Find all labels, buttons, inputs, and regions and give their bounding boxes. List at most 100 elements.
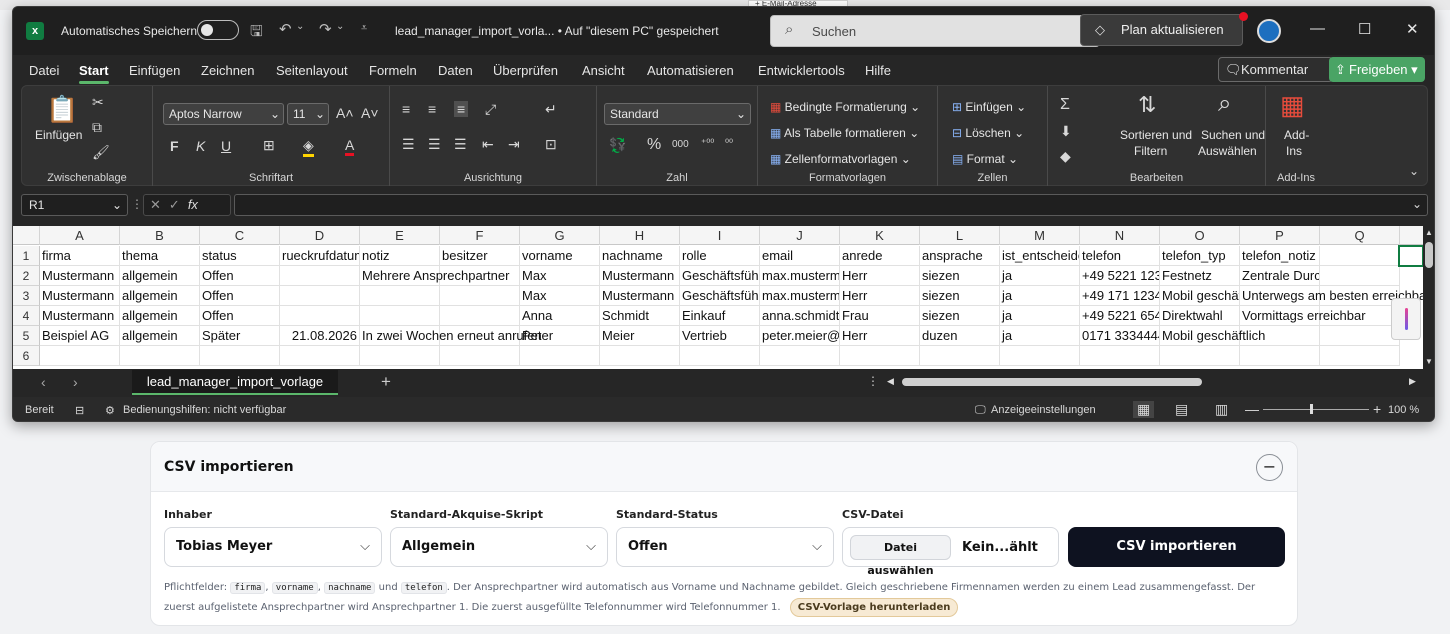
cell-n1[interactable]: telefon [1080,246,1160,266]
cell-d2[interactable] [280,266,360,286]
plan-upgrade-button[interactable]: ◇ Plan aktualisieren [1080,12,1248,46]
autosum-icon[interactable]: Σ [1060,96,1070,114]
menu-datei[interactable]: Datei [29,63,59,78]
cell-l5[interactable]: duzen [920,326,1000,346]
undo-dropdown-icon[interactable]: ⌄ [296,21,304,32]
cell-d1[interactable]: rueckrufdatum [280,246,360,266]
increase-indent-icon[interactable]: ⇥ [508,136,520,153]
sheet-tab[interactable]: lead_manager_import_vorlage [132,370,338,395]
row-header[interactable]: 2 [13,266,40,286]
sort-filter-label-1[interactable]: Sortieren und [1120,128,1192,142]
italic-icon[interactable]: K [196,138,205,154]
save-icon[interactable]: 🖫 [250,21,263,46]
cell-p2[interactable]: Zentrale Durchwahl [1240,266,1320,286]
cell-k3[interactable]: Herr [840,286,920,306]
grow-font-icon[interactable]: A˄ [336,105,354,121]
prev-sheet-icon[interactable]: ‹ [41,374,46,390]
menu-automatisieren[interactable]: Automatisieren [647,63,734,78]
display-settings[interactable]: Anzeigeeinstellungen [991,404,1096,416]
cell-g4[interactable]: Anna [520,306,600,326]
addins-icon[interactable]: ▦ [1280,90,1305,121]
align-left-icon[interactable]: ☰ [402,136,415,153]
minimize-icon[interactable]: — [1310,20,1325,37]
cell-e3[interactable] [360,286,440,306]
clear-icon[interactable]: ◆ [1060,148,1071,165]
cell-e5[interactable]: In zwei Wochen erneut anrufen [360,326,542,346]
underline-icon[interactable]: U [221,138,231,154]
orientation-icon[interactable]: ⤢ [485,101,496,118]
cell-i5[interactable]: Vertrieb [680,326,760,346]
zoom-in-icon[interactable]: + [1373,401,1381,417]
percent-icon[interactable]: % [647,136,661,154]
align-center-icon[interactable]: ☰ [428,136,441,153]
cell-h2[interactable]: Mustermann [600,266,680,286]
cell-a6[interactable] [40,346,120,366]
cell-l4[interactable]: siezen [920,306,1000,326]
cell-c2[interactable]: Offen [200,266,280,286]
cell-k2[interactable]: Herr [840,266,920,286]
cell-h1[interactable]: nachname [600,246,680,266]
redo-dropdown-icon[interactable]: ⌄ [336,21,344,32]
column-header-n[interactable]: N [1080,226,1160,245]
cell-o4[interactable]: Direktwahl [1160,306,1240,326]
cell-g6[interactable] [520,346,600,366]
cell-d3[interactable] [280,286,360,306]
menu-daten[interactable]: Daten [438,63,473,78]
menu-formeln[interactable]: Formeln [369,63,417,78]
fill-color-icon[interactable]: ◈ [303,137,314,157]
sort-filter-icon[interactable]: ⇅ [1138,92,1156,118]
cell-n4[interactable]: +49 5221 6543 [1080,306,1160,326]
scroll-right-icon[interactable]: ▶ [1409,376,1416,387]
currency-icon[interactable]: 💱 [609,137,626,154]
cell-b5[interactable]: allgemein [120,326,200,346]
bold-icon[interactable]: F [170,138,179,154]
cell-o1[interactable]: telefon_typ [1160,246,1240,266]
addins-label-1[interactable]: Add- [1284,128,1309,142]
active-cell-r1[interactable] [1398,245,1423,267]
script-select[interactable]: Allgemein ⌵ [390,527,608,567]
cell-c4[interactable]: Offen [200,306,280,326]
cell-b1[interactable]: thema [120,246,200,266]
cell-m1[interactable]: ist_entscheider [1000,246,1080,266]
cell-a1[interactable]: firma [40,246,120,266]
cut-icon[interactable]: ✂ [92,94,104,111]
cell-c1[interactable]: status [200,246,280,266]
cell-n5[interactable]: 0171 3334444 [1080,326,1160,346]
cell-c5[interactable]: Später [200,326,280,346]
increase-decimal-icon[interactable]: ⁺⁰⁰ [701,138,714,149]
decrease-decimal-icon[interactable]: ⁰⁰ [725,138,733,149]
column-header-b[interactable]: B [120,226,200,245]
cell-i3[interactable]: Geschäftsführer [680,286,760,306]
menu-entwicklertools[interactable]: Entwicklertools [758,63,845,78]
column-header-g[interactable]: G [520,226,600,245]
file-input[interactable]: Datei auswählen Kein...ählt [842,527,1059,577]
cell-o2[interactable]: Festnetz [1160,266,1240,286]
row-header[interactable]: 1 [13,246,40,266]
column-header-q[interactable]: Q [1320,226,1400,245]
cell-o5[interactable]: Mobil geschäftlich [1160,326,1265,346]
cell-j2[interactable]: max.mustermann [760,266,840,286]
cell-f1[interactable]: besitzer [440,246,520,266]
name-box[interactable]: R1 ⌄ [21,194,128,216]
menu-hilfe[interactable]: Hilfe [865,63,891,78]
zoom-slider-thumb[interactable] [1310,404,1313,414]
cancel-icon[interactable]: ✕ [150,197,169,212]
cell-m3[interactable]: ja [1000,286,1080,306]
cell-q2[interactable] [1320,266,1400,286]
cell-o3[interactable]: Mobil geschäftlich [1160,286,1240,306]
spreadsheet-grid[interactable]: ABCDEFGHIJKLMNOPQ 1 firma thema status rueck… [13,226,1423,369]
cell-m2[interactable]: ja [1000,266,1080,286]
accessibility-icon[interactable]: ⚙ [105,404,115,417]
column-header-k[interactable]: K [840,226,920,245]
font-name-select[interactable]: Aptos Narrow ⌄ [163,103,284,125]
column-header-f[interactable]: F [440,226,520,245]
cell-f4[interactable] [440,306,520,326]
cell-j4[interactable]: anna.schmidt [760,306,840,326]
cell-i4[interactable]: Einkauf [680,306,760,326]
menu-seitenlayout[interactable]: Seitenlayout [276,63,348,78]
cell-j3[interactable]: max.mustermann [760,286,840,306]
cell-o6[interactable] [1160,346,1240,366]
cell-c6[interactable] [200,346,280,366]
import-csv-button[interactable]: CSV importieren [1068,527,1285,567]
cell-c3[interactable]: Offen [200,286,280,306]
